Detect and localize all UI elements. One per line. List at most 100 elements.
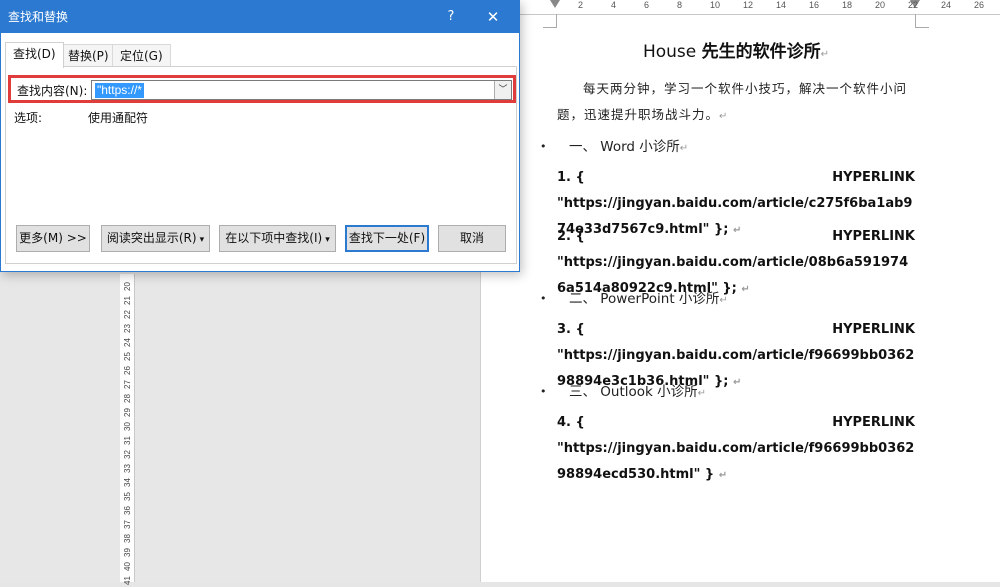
caret-down-icon: ▾ (325, 235, 330, 245)
ruler-tick-label: 37 (123, 520, 132, 529)
tab-find[interactable]: 查找(D) (5, 42, 64, 68)
bullet-icon: • (540, 140, 547, 153)
ruler-tick-label: 27 (123, 380, 132, 389)
ruler-tick-label: 21 (123, 296, 132, 305)
ruler-tick-label: 26 (123, 366, 132, 375)
document-sections: • 一、 Word 小诊所↵ 1. {HYPERLINK "https://jingy… (540, 130, 915, 482)
paragraph-mark: ↵ (719, 295, 728, 306)
vertical-ruler[interactable]: 20 21 22 23 24 25 26 27 28 29 30 31 32 33 34 35 36 37 38 39… (120, 274, 135, 585)
document-body[interactable]: House 先生的软件诊所↵ 每天两分钟，学习一个软件小技巧，解决一个软件小问题… (540, 37, 915, 482)
section-heading-text: 三、 Outlook 小诊所 (569, 384, 698, 400)
list-number: 2. { (557, 229, 585, 244)
section-heading: • 一、 Word 小诊所↵ (540, 130, 915, 164)
ruler-tick-label: 20 (123, 282, 132, 291)
section-heading: • 三、 Outlook 小诊所↵ (540, 375, 915, 409)
help-icon[interactable]: ? (441, 1, 461, 33)
tab-goto[interactable]: 定位(G) (112, 44, 171, 68)
ruler-tick-label: 22 (908, 0, 919, 10)
ruler-tick-label: 35 (123, 492, 132, 501)
paragraph-mark: ↵ (732, 225, 742, 236)
page-corner-mark (543, 14, 557, 28)
section-heading: • 二、 PowerPoint 小诊所↵ (540, 282, 915, 316)
document-page[interactable]: House 先生的软件诊所↵ 每天两分钟，学习一个软件小技巧，解决一个软件小问题… (480, 14, 1000, 582)
options-label: 选项: (14, 111, 43, 125)
dialog-tabs: 查找(D) 替换(P) 定位(G) (1, 33, 519, 68)
section-heading-text: 一、 Word 小诊所 (569, 139, 680, 155)
dialog-titlebar[interactable]: 查找和替换 ? ✕ (1, 1, 519, 33)
hyperlink-field-header: 4. { HYPERLINK (557, 409, 915, 436)
ruler-tick-label: 25 (123, 352, 132, 361)
ruler-tick-label: 29 (123, 408, 132, 417)
hyperlink-url: "https://jingyan.baidu.com/article/08b6a… (557, 255, 909, 296)
hyperlink-field[interactable]: 1. { HYPERLINK "https://jingyan.baidu.com/… (557, 164, 915, 237)
document-title: House 先生的软件诊所↵ (642, 42, 830, 62)
ruler-tick-label: 31 (123, 436, 132, 445)
ruler-tick-label: 39 (123, 548, 132, 557)
horizontal-ruler[interactable]: 246810121416182022242628 (480, 0, 1000, 15)
left-indent-marker[interactable] (550, 0, 560, 9)
cancel-button[interactable]: 取消 (438, 225, 506, 252)
hyperlink-field[interactable]: 4. { HYPERLINK "https://jingyan.baidu.com/… (557, 409, 915, 482)
find-replace-dialog[interactable]: 查找和替换 ? ✕ 查找(D) 替换(P) 定位(G) 查找内容(N): "ht… (0, 0, 520, 272)
bullet-icon: • (540, 292, 547, 305)
find-what-input[interactable]: "https://* ﹀ (91, 80, 512, 100)
list-number: 1. { (557, 170, 585, 185)
find-in-button[interactable]: 在以下项中查找(I) ▾ (219, 225, 336, 252)
ruler-tick-label: 23 (123, 324, 132, 333)
hyperlink-url: "https://jingyan.baidu.com/article/c275f… (557, 196, 913, 237)
paragraph-mark: ↵ (697, 388, 707, 399)
ruler-tick-label: 12 (743, 0, 754, 10)
hyperlink-url: "https://jingyan.baidu.com/article/f9669… (557, 441, 915, 482)
field-keyword: HYPERLINK (832, 415, 915, 430)
ruler-tick-label: 2 (578, 0, 584, 10)
field-keyword: HYPERLINK (832, 170, 915, 185)
ruler-tick-label: 16 (809, 0, 820, 10)
ruler-tick-label: 26 (974, 0, 985, 10)
bullet-icon: • (540, 385, 547, 398)
ruler-tick-label: 40 (123, 562, 132, 571)
ruler-tick-label: 24 (123, 338, 132, 347)
ruler-tick-label: 22 (123, 310, 132, 319)
ruler-tick-label: 10 (710, 0, 721, 10)
reading-highlight-button[interactable]: 阅读突出显示(R) ▾ (101, 225, 210, 252)
find-what-label: 查找内容(N): (17, 84, 88, 98)
ruler-tick-label: 24 (941, 0, 952, 10)
field-keyword: HYPERLINK (832, 229, 915, 244)
hyperlink-field[interactable]: 3. { HYPERLINK "https://jingyan.baidu.com/… (557, 316, 915, 389)
page-corner-mark (915, 14, 929, 28)
ruler-tick-label: 28 (123, 394, 132, 403)
options-value: 使用通配符 (88, 111, 149, 125)
ruler-tick-label: 14 (776, 0, 787, 10)
close-icon[interactable]: ✕ (483, 1, 503, 33)
ruler-tick-label: 38 (123, 534, 132, 543)
find-tab-panel: 查找内容(N): "https://* ﹀ 选项: 使用通配符 更多(M) >>… (5, 66, 517, 264)
ruler-tick-label: 6 (644, 0, 650, 10)
list-number: 4. { (557, 415, 585, 430)
ruler-tick-label: 41 (123, 576, 132, 585)
chevron-down-icon[interactable]: ﹀ (494, 81, 511, 99)
ruler-tick-label: 8 (677, 0, 683, 10)
hyperlink-field-header: 1. { HYPERLINK (557, 164, 915, 191)
paragraph-mark: ↵ (718, 470, 728, 481)
find-what-value: "https://* (95, 83, 144, 98)
ruler-tick-label: 36 (123, 506, 132, 515)
intro-paragraph: 每天两分钟，学习一个软件小技巧，解决一个软件小问题，迅速提升职场战斗力。↵ (557, 81, 908, 122)
ruler-tick-label: 30 (123, 422, 132, 431)
dialog-title: 查找和替换 (8, 10, 69, 24)
ruler-tick-label: 34 (123, 478, 132, 487)
field-keyword: HYPERLINK (832, 322, 915, 337)
hyperlink-field-header: 3. { HYPERLINK (557, 316, 915, 343)
ruler-tick-label: 4 (611, 0, 617, 10)
find-next-button[interactable]: 查找下一处(F) (345, 225, 429, 252)
section-heading-text: 二、 PowerPoint 小诊所 (569, 291, 720, 307)
ruler-tick-label: 20 (875, 0, 886, 10)
list-number: 3. { (557, 322, 585, 337)
find-what-highlight: 查找内容(N): "https://* ﹀ (8, 75, 516, 103)
caret-down-icon: ▾ (199, 235, 205, 245)
paragraph-mark: ↵ (679, 143, 689, 154)
tab-replace[interactable]: 替换(P) (60, 44, 117, 68)
more-button[interactable]: 更多(M) >> (16, 225, 90, 252)
ruler-tick-label: 32 (123, 450, 132, 459)
ruler-tick-label: 33 (123, 464, 132, 473)
hyperlink-url: "https://jingyan.baidu.com/article/f9669… (557, 348, 915, 389)
